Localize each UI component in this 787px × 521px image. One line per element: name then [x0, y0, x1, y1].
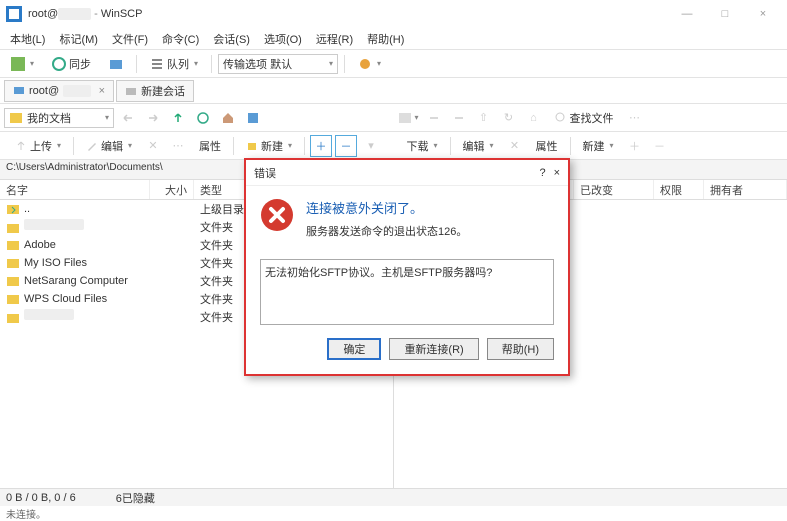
- minus-remote-button[interactable]: －: [649, 135, 671, 157]
- minus-button[interactable]: －: [335, 135, 357, 157]
- misc-local-button[interactable]: ⋯: [167, 135, 189, 157]
- dialog-titlebar: 错误 ? ×: [246, 160, 568, 186]
- delete-local-button[interactable]: ✕: [142, 135, 164, 157]
- edit-remote-button[interactable]: 编辑▾: [456, 135, 501, 157]
- address-button[interactable]: ▾: [4, 53, 41, 75]
- remote-up-button[interactable]: ⇧: [473, 107, 495, 129]
- minimize-button[interactable]: —: [669, 2, 705, 26]
- action-toolbar: 上传▾ 编辑▾ ✕ ⋯ 属性 新建▾ ＋ － ▾ 下载▾ 编辑▾ ✕ 属性 新建…: [0, 132, 787, 160]
- help-button[interactable]: 帮助(H): [487, 338, 554, 360]
- edit-button[interactable]: 编辑▾: [79, 135, 139, 157]
- computer-icon: [13, 85, 25, 97]
- navigation-bar: 我的文档▾ ▾ ⇧ ↻ ⌂ 查找文件 ⋯: [0, 104, 787, 132]
- dialog-heading: 连接被意外关闭了。: [306, 198, 554, 217]
- settings-button[interactable]: ▾: [351, 53, 388, 75]
- remote-back-button[interactable]: [423, 107, 445, 129]
- close-button[interactable]: ×: [745, 2, 781, 26]
- dialog-subtext: 服务器发送命令的退出状态126。: [306, 223, 554, 239]
- app-icon: [6, 6, 22, 22]
- sync-button[interactable]: 同步: [45, 53, 98, 75]
- remote-refresh-button[interactable]: ↻: [498, 107, 520, 129]
- new-remote-button[interactable]: 新建▾: [576, 135, 621, 157]
- plus-button[interactable]: ＋: [310, 135, 332, 157]
- upload-button[interactable]: 上传▾: [8, 135, 68, 157]
- queue-button[interactable]: 队列▾: [143, 53, 205, 75]
- extra-local-button[interactable]: ▾: [360, 135, 382, 157]
- menu-help[interactable]: 帮助(H): [361, 29, 410, 49]
- menu-session[interactable]: 会话(S): [207, 29, 256, 49]
- menu-command[interactable]: 命令(C): [156, 29, 205, 49]
- documents-icon: [9, 111, 23, 125]
- remote-extra-button[interactable]: ⋯: [624, 107, 646, 129]
- remote-forward-button[interactable]: [448, 107, 470, 129]
- remote-drive-button[interactable]: ▾: [398, 107, 420, 129]
- tab-new-session[interactable]: 新建会话: [116, 80, 194, 102]
- props-remote-button[interactable]: 属性: [529, 135, 565, 157]
- reconnect-button[interactable]: 重新连接(R): [389, 338, 478, 360]
- remote-home-button[interactable]: ⌂: [523, 107, 545, 129]
- error-dialog: 错误 ? × 连接被意外关闭了。 服务器发送命令的退出状态126。 确定 重新连…: [244, 158, 570, 376]
- local-forward-button[interactable]: [142, 107, 164, 129]
- tab-session[interactable]: root@xxxxx ×: [4, 80, 114, 102]
- menu-file[interactable]: 文件(F): [106, 29, 154, 49]
- menu-local[interactable]: 本地(L): [4, 29, 51, 49]
- local-drive-combo[interactable]: 我的文档▾: [4, 108, 114, 128]
- session-tabs: root@xxxxx × 新建会话: [0, 78, 787, 104]
- local-back-button[interactable]: [117, 107, 139, 129]
- title-bar: root@xxxxxx - WinSCP — □ ×: [0, 0, 787, 28]
- dialog-detail-text[interactable]: [260, 259, 554, 325]
- new-local-button[interactable]: 新建▾: [239, 135, 299, 157]
- status-hidden: 6已隐藏: [116, 490, 155, 506]
- local-home-button[interactable]: [217, 107, 239, 129]
- status-bar: 0 B / 0 B, 0 / 6 6已隐藏: [0, 488, 787, 506]
- main-toolbar: ▾ 同步 队列▾ 传输选项 默认▾ ▾: [0, 50, 787, 78]
- local-refresh-button[interactable]: [192, 107, 214, 129]
- menu-options[interactable]: 选项(O): [258, 29, 308, 49]
- ok-button[interactable]: 确定: [327, 338, 381, 360]
- remote-find-button[interactable]: 查找文件: [548, 107, 621, 129]
- tab-close-icon[interactable]: ×: [99, 85, 105, 97]
- new-tab-icon: [125, 85, 137, 97]
- window-title: root@xxxxxx - WinSCP: [28, 8, 669, 20]
- menu-mark[interactable]: 标记(M): [53, 29, 104, 49]
- download-button[interactable]: 下载▾: [400, 135, 445, 157]
- transfer-settings-combo[interactable]: 传输选项 默认▾: [218, 54, 338, 74]
- plus-remote-button[interactable]: ＋: [624, 135, 646, 157]
- connection-status: 未连接。: [0, 506, 787, 520]
- maximize-button[interactable]: □: [707, 2, 743, 26]
- status-selection: 0 B / 0 B, 0 / 6: [6, 492, 76, 504]
- props-local-button[interactable]: 属性: [192, 135, 228, 157]
- dialog-help-icon[interactable]: ?: [539, 167, 545, 179]
- menu-remote[interactable]: 远程(R): [310, 29, 359, 49]
- dialog-title: 错误: [254, 165, 539, 181]
- menu-bar: 本地(L) 标记(M) 文件(F) 命令(C) 会话(S) 选项(O) 远程(R…: [0, 28, 787, 50]
- local-up-button[interactable]: [167, 107, 189, 129]
- browse-button[interactable]: [102, 53, 130, 75]
- dialog-close-icon[interactable]: ×: [554, 167, 560, 179]
- error-icon: [260, 198, 294, 232]
- local-bookmark-button[interactable]: [242, 107, 264, 129]
- delete-remote-button[interactable]: ✕: [504, 135, 526, 157]
